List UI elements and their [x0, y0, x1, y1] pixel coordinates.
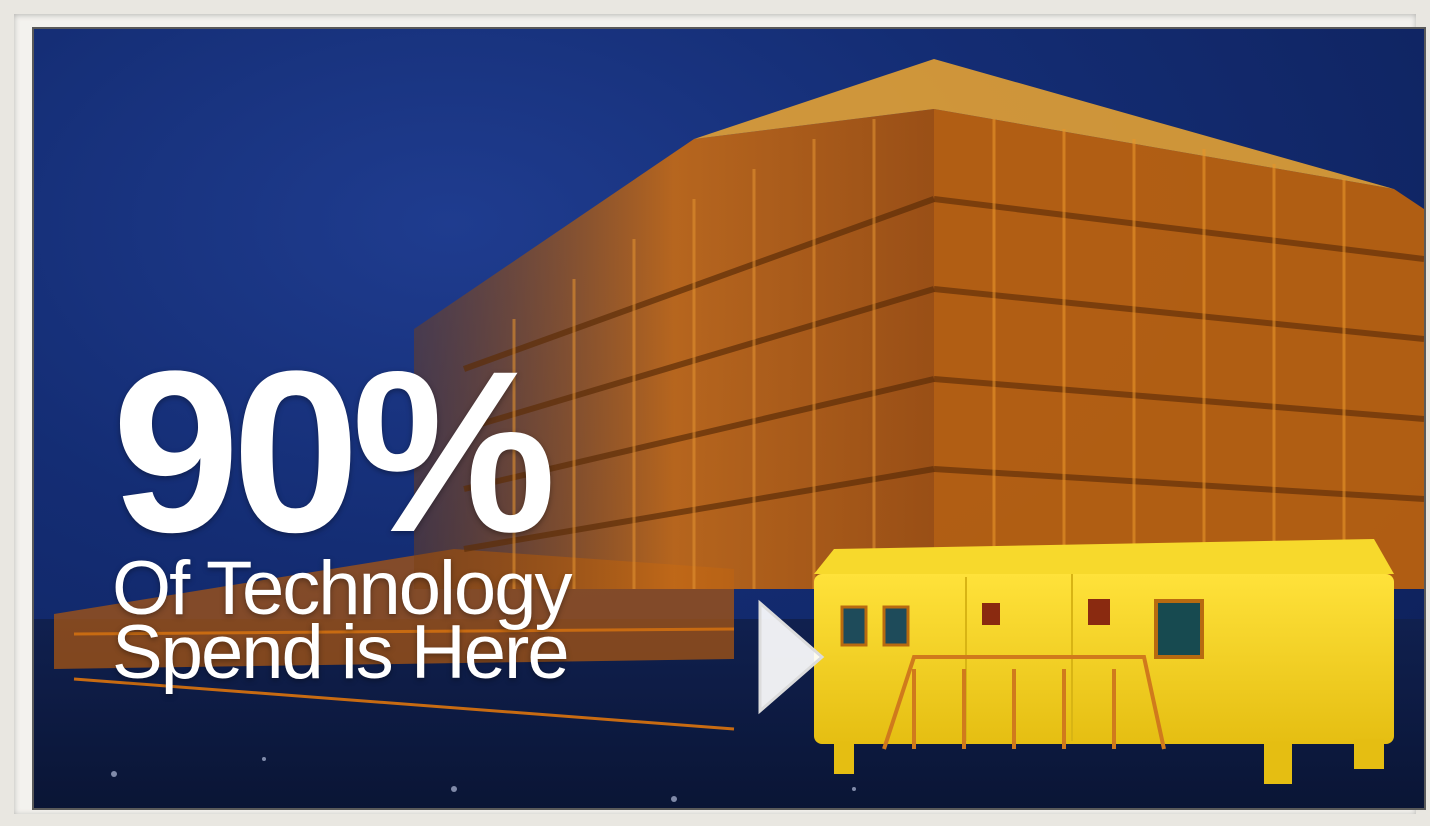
headline-line-2: Spend is Here: [112, 610, 570, 695]
stat-percentage: 90%: [112, 323, 556, 580]
video-player[interactable]: 90% Of Technology Spend is Here: [34, 29, 1424, 808]
play-icon: [758, 599, 825, 715]
play-button[interactable]: [754, 597, 828, 717]
headline-overlay: 90% Of Technology Spend is Here: [112, 323, 572, 695]
